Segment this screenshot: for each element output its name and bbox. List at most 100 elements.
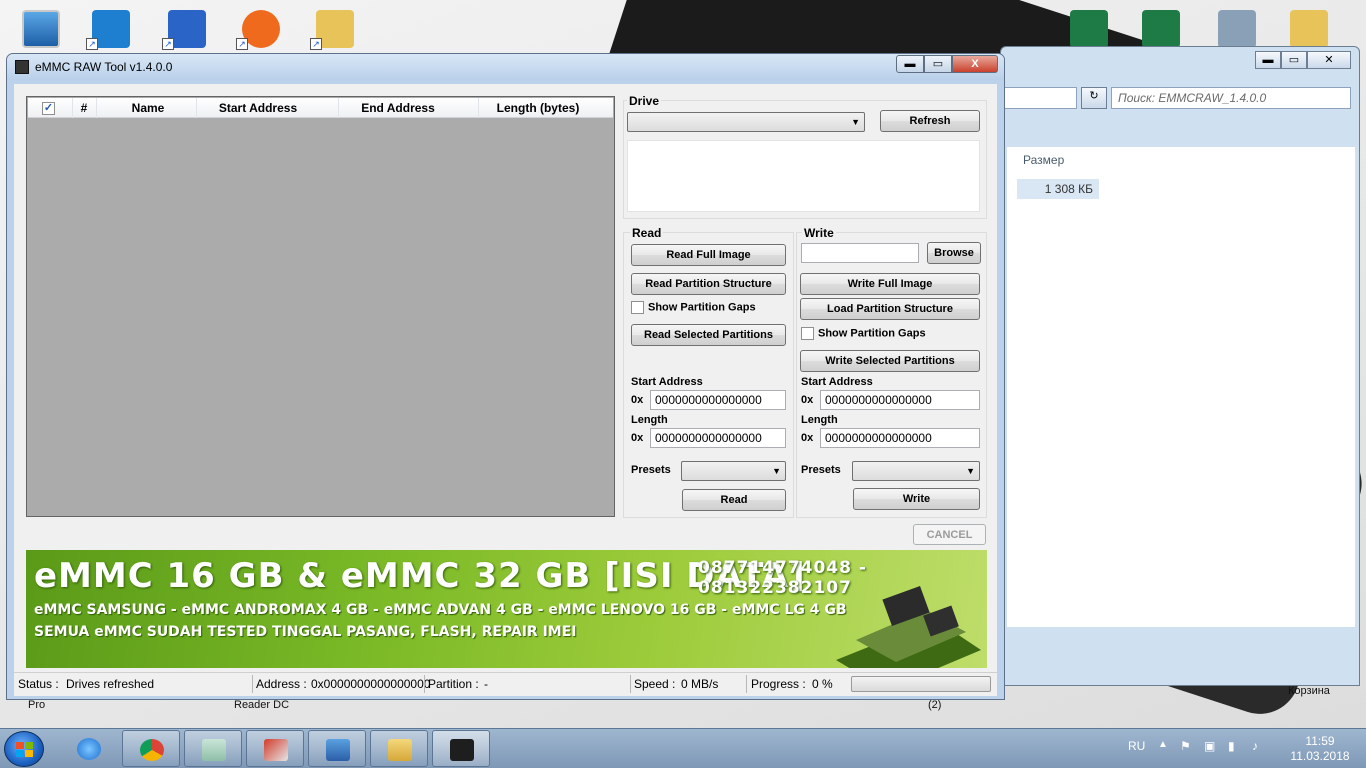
read-full-image-button[interactable]: Read Full Image xyxy=(631,244,786,266)
clock-time: 11:59 xyxy=(1305,734,1335,748)
taskbar-explorer-icon[interactable] xyxy=(370,730,428,767)
network-icon[interactable]: ▮ xyxy=(1228,739,1235,753)
column-header-number[interactable]: # xyxy=(76,101,92,115)
explorer-minimize-button[interactable]: ▬ xyxy=(1255,51,1281,69)
write-button[interactable]: Write xyxy=(853,488,980,510)
banner-line-1: eMMC SAMSUNG - eMMC ANDROMAX 4 GB - eMMC… xyxy=(34,602,847,618)
drive-group-label: Drive xyxy=(627,94,662,108)
read-selected-partitions-button[interactable]: Read Selected Partitions xyxy=(631,324,786,346)
partition-value: - xyxy=(484,677,488,691)
desktop-label: (2) xyxy=(928,699,942,711)
taskbar-tools-icon[interactable] xyxy=(246,730,304,767)
explorer-address-bar[interactable] xyxy=(1001,87,1077,109)
close-button[interactable]: X xyxy=(952,55,998,73)
status-bar: Status : Drives refreshed Address : 0x00… xyxy=(14,672,997,694)
column-header-size[interactable]: Размер xyxy=(1023,153,1064,167)
advertising-banner: eMMC 16 GB & eMMC 32 GB [ISI DATA] 08771… xyxy=(26,550,987,668)
start-button[interactable] xyxy=(4,731,44,767)
read-length-prefix: 0x xyxy=(631,432,644,444)
taskbar-device-manager-icon[interactable] xyxy=(308,730,366,767)
volume-icon[interactable]: ♪ xyxy=(1252,739,1258,753)
tray-device-icon[interactable]: ▣ xyxy=(1204,739,1215,753)
address-value: 0x0000000000000000 xyxy=(311,677,431,691)
explorer-search-input[interactable]: Поиск: EMMCRAW_1.4.0.0 xyxy=(1111,87,1351,109)
write-full-image-button[interactable]: Write Full Image xyxy=(800,273,980,295)
write-length-prefix: 0x xyxy=(801,432,814,444)
column-header-end-address[interactable]: End Address xyxy=(338,101,458,115)
partition-table[interactable]: ✓ # Name Start Address End Address Lengt… xyxy=(26,96,615,517)
folder-icon[interactable] xyxy=(1284,6,1332,50)
banner-title: eMMC 16 GB & eMMC 32 GB [ISI DATA] xyxy=(34,556,806,596)
sync-shortcut-icon[interactable]: ↗ xyxy=(162,6,210,50)
refresh-button[interactable]: Refresh xyxy=(880,110,980,132)
windows-logo-icon xyxy=(16,742,33,757)
cancel-button[interactable]: CANCEL xyxy=(913,524,986,545)
read-partition-structure-button[interactable]: Read Partition Structure xyxy=(631,273,786,295)
write-length-input[interactable] xyxy=(820,428,980,448)
language-indicator[interactable]: RU xyxy=(1128,739,1145,753)
emmc-chip-image xyxy=(836,586,981,668)
minimize-button[interactable]: ▬ xyxy=(896,55,924,73)
read-group-label: Read xyxy=(630,226,664,240)
tray-expand-icon[interactable]: ▲ xyxy=(1158,739,1168,750)
banner-line-2: SEMUA eMMC SUDAH TESTED TINGGAL PASANG, … xyxy=(34,624,577,640)
column-header-start-address[interactable]: Start Address xyxy=(198,101,318,115)
read-start-address-label: Start Address xyxy=(631,376,703,388)
window-client-area: ✓ # Name Start Address End Address Lengt… xyxy=(14,84,997,696)
explorer-close-button[interactable]: ✕ xyxy=(1307,51,1351,69)
browse-button[interactable]: Browse xyxy=(927,242,981,264)
intel-shortcut-icon[interactable]: ↗ xyxy=(86,6,134,50)
write-presets-label: Presets xyxy=(801,464,841,476)
excel-file-icon[interactable] xyxy=(1064,6,1112,50)
taskbar-emmc-tool-icon[interactable] xyxy=(432,730,490,767)
read-length-input[interactable] xyxy=(650,428,786,448)
read-start-prefix: 0x xyxy=(631,394,644,406)
chevron-down-icon: ▼ xyxy=(966,466,975,476)
desktop-label: Reader DC xyxy=(234,699,290,711)
excel-file-icon[interactable] xyxy=(1136,6,1184,50)
taskbar-chrome-icon[interactable] xyxy=(122,730,180,767)
taskbar-ie-icon[interactable] xyxy=(60,730,118,767)
load-partition-structure-button[interactable]: Load Partition Structure xyxy=(800,298,980,320)
clock[interactable]: 11:59 11.03.2018 xyxy=(1288,734,1352,764)
column-header-length[interactable]: Length (bytes) xyxy=(478,101,598,115)
explorer-refresh-icon[interactable]: ↻ xyxy=(1081,87,1107,109)
write-show-gaps-checkbox[interactable]: Show Partition Gaps xyxy=(801,327,926,340)
image-file-icon[interactable] xyxy=(1212,6,1260,50)
read-start-address-input[interactable] xyxy=(650,390,786,410)
drive-info-box xyxy=(627,140,980,212)
computer-icon[interactable] xyxy=(16,6,64,50)
explorer-file-list: Размер 1 308 КБ xyxy=(1007,147,1355,627)
drive-select[interactable]: ▼ xyxy=(627,112,865,132)
write-show-gaps-label: Show Partition Gaps xyxy=(818,327,926,340)
progress-value: 0 % xyxy=(812,677,833,691)
read-show-gaps-checkbox[interactable]: Show Partition Gaps xyxy=(631,301,756,314)
taskbar-notepad-icon[interactable] xyxy=(184,730,242,767)
write-file-path-input[interactable] xyxy=(801,243,919,263)
progress-bar xyxy=(851,676,991,692)
read-presets-select[interactable]: ▼ xyxy=(681,461,786,481)
chevron-down-icon: ▼ xyxy=(772,466,781,476)
progress-label: Progress : xyxy=(751,677,806,691)
write-presets-select[interactable]: ▼ xyxy=(852,461,980,481)
select-all-checkbox[interactable]: ✓ xyxy=(42,101,55,116)
status-value: Drives refreshed xyxy=(66,677,155,691)
write-selected-partitions-button[interactable]: Write Selected Partitions xyxy=(800,350,980,372)
speed-value: 0 MB/s xyxy=(681,677,719,691)
title-bar[interactable]: eMMC RAW Tool v1.4.0.0 ▬ ▭ X xyxy=(7,54,1004,80)
partition-label: Partition : xyxy=(428,677,479,691)
address-label: Address : xyxy=(256,677,307,691)
tray-flag-icon[interactable]: ⚑ xyxy=(1180,739,1191,753)
mi-shortcut-icon[interactable]: ↗ xyxy=(236,6,284,50)
desktop-label: Pro xyxy=(28,699,46,711)
partition-table-header: ✓ # Name Start Address End Address Lengt… xyxy=(28,98,613,118)
explorer-window: ▬ ▭ ✕ ↻ Поиск: EMMCRAW_1.4.0.0 Размер 1 … xyxy=(1000,46,1360,686)
maximize-button[interactable]: ▭ xyxy=(924,55,952,73)
write-group-label: Write xyxy=(802,226,836,240)
write-start-address-input[interactable] xyxy=(820,390,980,410)
write-length-label: Length xyxy=(801,414,838,426)
read-button[interactable]: Read xyxy=(682,489,786,511)
explorer-maximize-button[interactable]: ▭ xyxy=(1281,51,1307,69)
column-header-name[interactable]: Name xyxy=(98,101,198,115)
folder-shortcut-icon[interactable]: ↗ xyxy=(310,6,358,50)
